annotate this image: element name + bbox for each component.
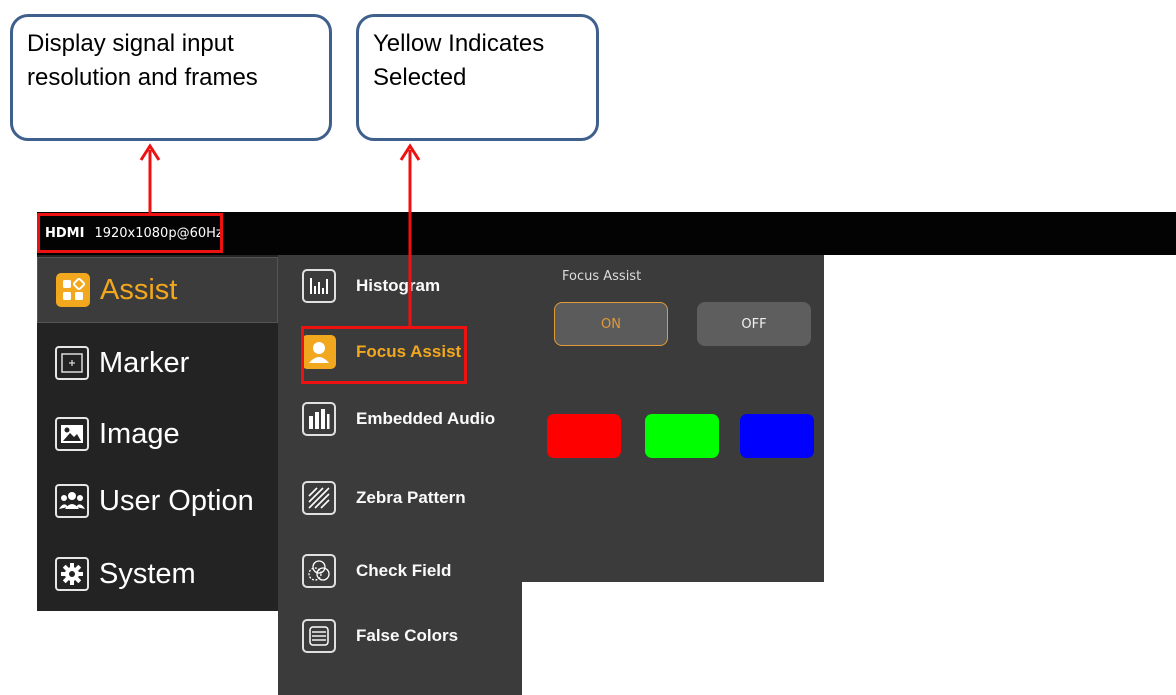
callout-arrows [139,143,421,326]
